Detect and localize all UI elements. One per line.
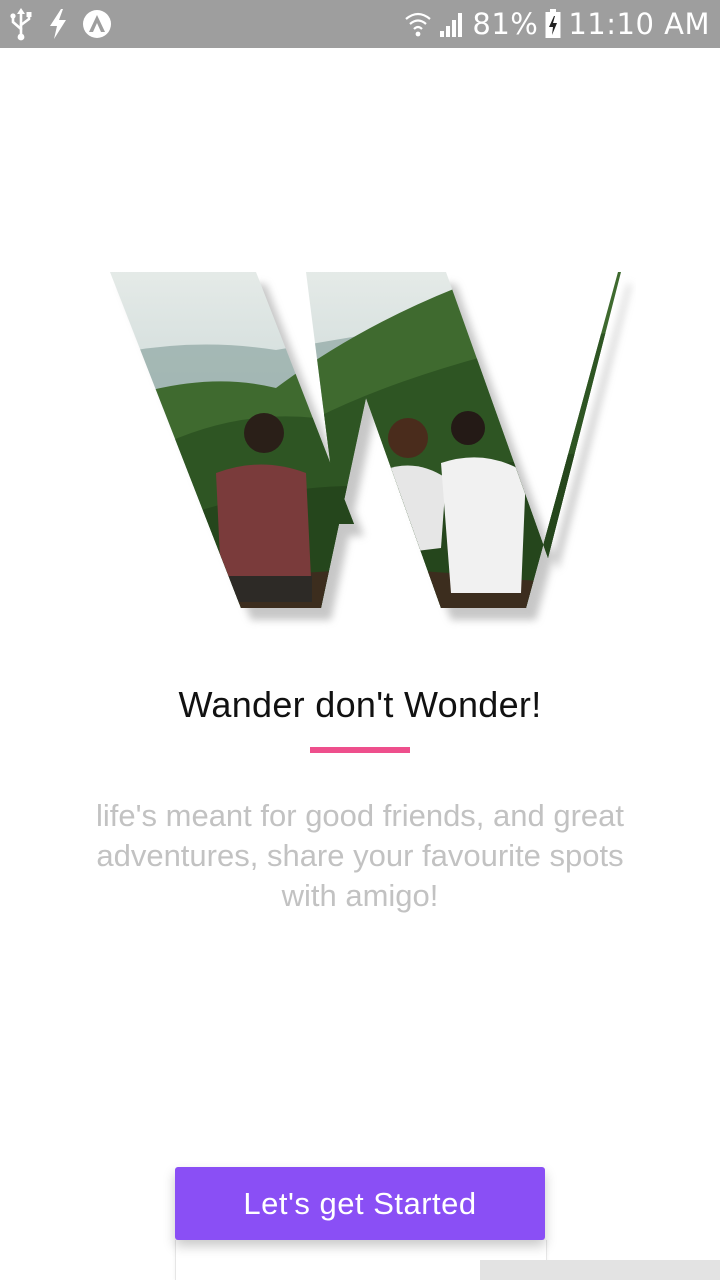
hero-w-image <box>96 258 636 638</box>
get-started-button[interactable]: Let's get Started <box>175 1167 545 1240</box>
bottom-sheet-edge <box>480 1260 720 1280</box>
wifi-icon <box>404 9 432 39</box>
app-a-icon <box>82 9 112 39</box>
tagline: life's meant for good friends, and great… <box>95 798 625 913</box>
status-right-icons: 81% 11:10 AM <box>404 0 710 48</box>
clock: 11:10 AM <box>568 7 710 41</box>
usb-icon <box>8 7 34 41</box>
signal-icon <box>438 9 466 39</box>
battery-percent: 81% <box>472 7 539 41</box>
headline: Wander don't Wonder! <box>178 684 542 725</box>
battery-charging-icon <box>544 8 562 40</box>
status-bar: 81% 11:10 AM <box>0 0 720 48</box>
status-left-icons <box>8 0 112 48</box>
flash-icon <box>46 7 70 41</box>
accent-divider <box>310 747 410 753</box>
